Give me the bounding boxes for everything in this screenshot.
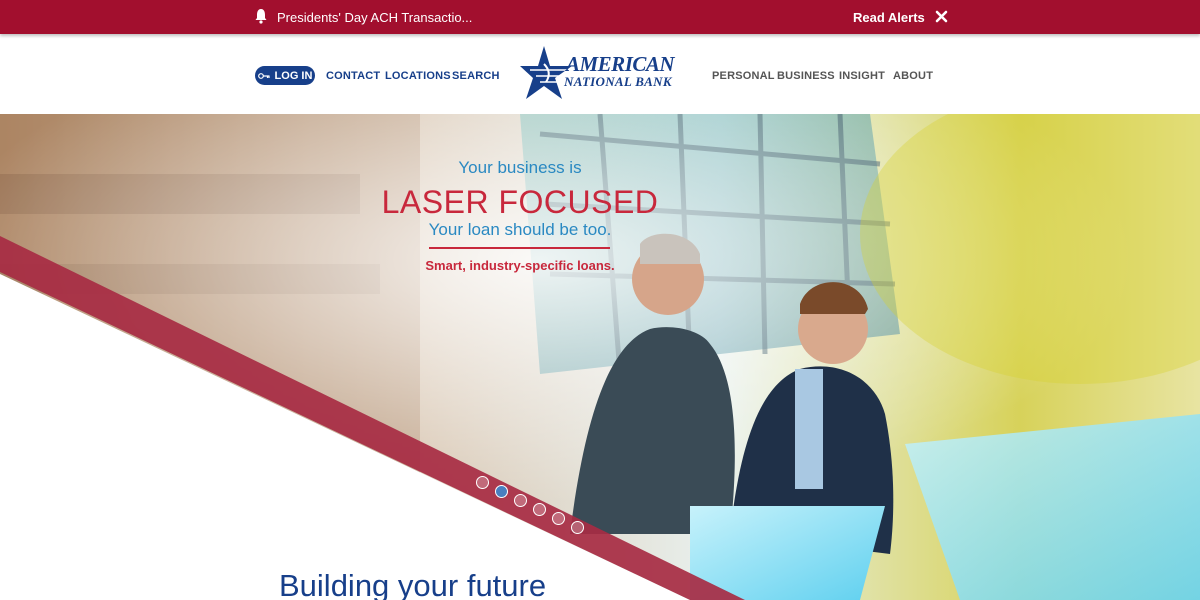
- nav-business[interactable]: BUSINESS: [777, 70, 835, 82]
- close-icon[interactable]: [934, 9, 949, 24]
- section-heading: Building your future: [279, 568, 547, 600]
- nav-contact[interactable]: CONTACT: [326, 70, 380, 82]
- nav-insight[interactable]: INSIGHT: [839, 70, 885, 82]
- bank-logo[interactable]: AMERICAN NATIONAL BANK: [520, 46, 680, 100]
- read-alerts-link[interactable]: Read Alerts: [853, 10, 925, 25]
- key-icon: [257, 72, 270, 79]
- login-label: LOG IN: [274, 69, 313, 82]
- nav-search[interactable]: SEARCH: [452, 70, 500, 82]
- logo-line2: NATIONAL BANK: [564, 74, 672, 89]
- carousel-dot[interactable]: [533, 503, 546, 516]
- alert-bar: Presidents' Day ACH Transactio... Read A…: [0, 0, 1200, 34]
- hero-divider: [429, 247, 610, 249]
- bell-icon: [255, 9, 267, 24]
- hero-headline: LASER FOCUSED: [381, 184, 659, 220]
- hero-banner: Your business is LASER FOCUSED Your loan…: [0, 114, 1200, 600]
- hero-line3: Your loan should be too.: [428, 220, 612, 239]
- carousel-dot[interactable]: [514, 494, 527, 507]
- carousel-dot[interactable]: [476, 476, 489, 489]
- site-header: LOG IN CONTACT LOCATIONS SEARCH AMERICAN…: [0, 34, 1200, 114]
- carousel-dot-active[interactable]: [495, 485, 508, 498]
- hero-subline[interactable]: Smart, industry-specific loans.: [0, 258, 1040, 273]
- alert-message[interactable]: Presidents' Day ACH Transactio...: [277, 10, 472, 25]
- nav-locations[interactable]: LOCATIONS: [385, 70, 451, 82]
- nav-about[interactable]: ABOUT: [893, 70, 933, 82]
- carousel-dot[interactable]: [571, 521, 584, 534]
- hero-line1: Your business is: [458, 158, 582, 177]
- login-button[interactable]: LOG IN: [255, 66, 315, 85]
- nav-personal[interactable]: PERSONAL: [712, 70, 775, 82]
- carousel-dot[interactable]: [552, 512, 565, 525]
